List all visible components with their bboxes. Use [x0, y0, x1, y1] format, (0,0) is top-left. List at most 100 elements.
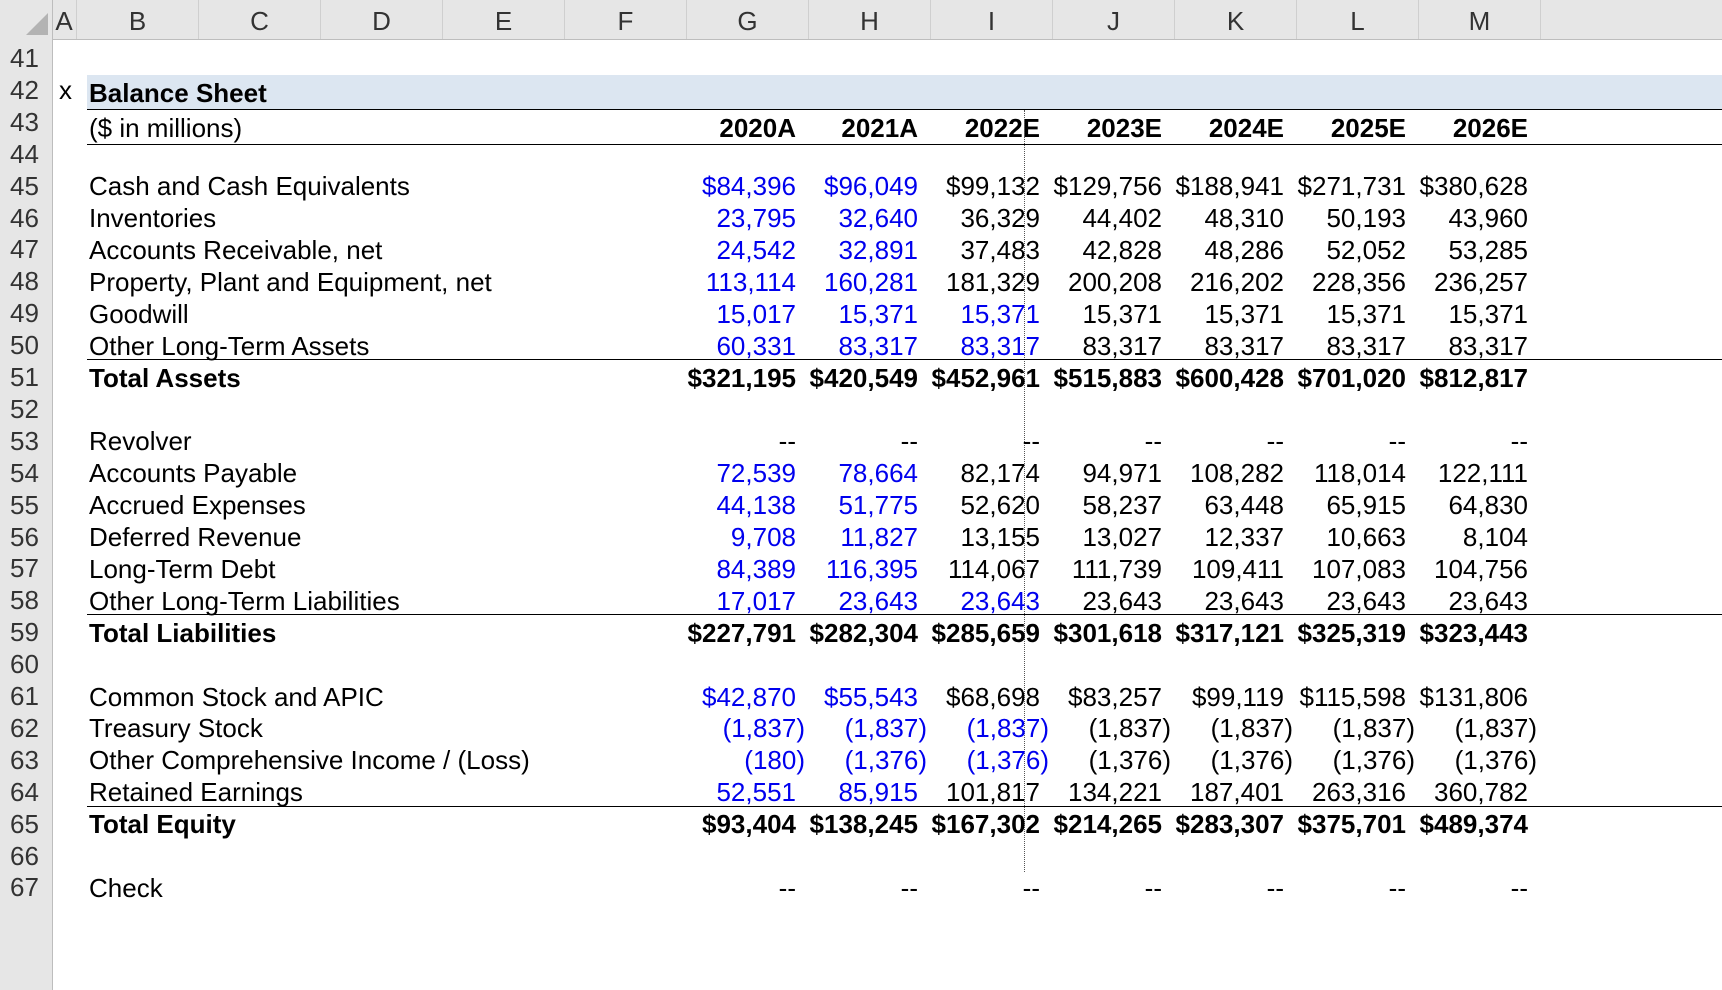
row-header-53[interactable]: 53	[0, 423, 52, 458]
value-cell[interactable]: 52,052	[1288, 232, 1406, 267]
column-header-j[interactable]: J	[1053, 0, 1175, 39]
value-cell[interactable]: 48,310	[1166, 200, 1284, 235]
value-cell[interactable]: $96,049	[800, 168, 918, 203]
value-cell[interactable]: 94,971	[1044, 455, 1162, 490]
value-cell[interactable]: --	[800, 423, 918, 458]
value-cell[interactable]: $701,020	[1288, 360, 1406, 395]
value-cell[interactable]: $99,119	[1166, 679, 1284, 714]
value-cell[interactable]: 84,389	[678, 551, 796, 586]
value-cell[interactable]: (1,376)	[931, 742, 1049, 777]
value-cell[interactable]: 82,174	[922, 455, 1040, 490]
value-cell[interactable]: --	[1288, 423, 1406, 458]
year-header-2024e[interactable]: 2024E	[1164, 110, 1284, 145]
value-cell[interactable]: 65,915	[1288, 487, 1406, 522]
value-cell[interactable]: 13,155	[922, 519, 1040, 554]
row-header-49[interactable]: 49	[0, 295, 52, 330]
column-header-c[interactable]: C	[199, 0, 321, 39]
value-cell[interactable]: 263,316	[1288, 774, 1406, 809]
year-header-2023e[interactable]: 2023E	[1042, 110, 1162, 145]
column-header-g[interactable]: G	[687, 0, 809, 39]
value-cell[interactable]: 52,620	[922, 487, 1040, 522]
value-cell[interactable]: $317,121	[1166, 615, 1284, 650]
value-cell[interactable]: --	[1044, 870, 1162, 905]
value-cell[interactable]: $214,265	[1044, 806, 1162, 841]
value-cell[interactable]: 134,221	[1044, 774, 1162, 809]
worksheet-grid[interactable]: x Balance Sheet ($ in millions) 2020A 202…	[53, 40, 1722, 990]
row-header-44[interactable]: 44	[0, 136, 52, 171]
row-header-45[interactable]: 45	[0, 168, 52, 203]
value-cell[interactable]: 111,739	[1044, 551, 1162, 586]
value-cell[interactable]: 64,830	[1410, 487, 1528, 522]
value-cell[interactable]: (1,837)	[1297, 710, 1415, 745]
row-header-42[interactable]: 42	[0, 72, 52, 107]
line-label[interactable]: Common Stock and APIC	[89, 679, 384, 714]
value-cell[interactable]: $375,701	[1288, 806, 1406, 841]
value-cell[interactable]: --	[922, 870, 1040, 905]
line-label[interactable]: Cash and Cash Equivalents	[89, 168, 410, 203]
select-all-button[interactable]	[0, 0, 53, 39]
value-cell[interactable]: $600,428	[1166, 360, 1284, 395]
line-label[interactable]: Total Liabilities	[89, 615, 276, 650]
value-cell[interactable]: $68,698	[922, 679, 1040, 714]
value-cell[interactable]: $420,549	[800, 360, 918, 395]
value-cell[interactable]: $323,443	[1410, 615, 1528, 650]
line-label[interactable]: Goodwill	[89, 296, 189, 331]
row-header-46[interactable]: 46	[0, 200, 52, 235]
column-header-m[interactable]: M	[1419, 0, 1541, 39]
value-cell[interactable]: 44,138	[678, 487, 796, 522]
value-cell[interactable]: 15,017	[678, 296, 796, 331]
value-cell[interactable]: --	[1410, 423, 1528, 458]
value-cell[interactable]: 160,281	[800, 264, 918, 299]
line-label[interactable]: Inventories	[89, 200, 216, 235]
line-label[interactable]: Deferred Revenue	[89, 519, 301, 554]
row-header-63[interactable]: 63	[0, 742, 52, 777]
value-cell[interactable]: $83,257	[1044, 679, 1162, 714]
value-cell[interactable]: $271,731	[1288, 168, 1406, 203]
column-header-d[interactable]: D	[321, 0, 443, 39]
line-label[interactable]: Accounts Payable	[89, 455, 297, 490]
value-cell[interactable]: 15,371	[1166, 296, 1284, 331]
value-cell[interactable]: 114,067	[922, 551, 1040, 586]
row-header-66[interactable]: 66	[0, 838, 52, 873]
value-cell[interactable]: 58,237	[1044, 487, 1162, 522]
value-cell[interactable]: 78,664	[800, 455, 918, 490]
line-label[interactable]: Accounts Receivable, net	[89, 232, 382, 267]
value-cell[interactable]: 216,202	[1166, 264, 1284, 299]
value-cell[interactable]: 23,643	[1166, 583, 1284, 618]
row-header-61[interactable]: 61	[0, 678, 52, 713]
row-header-50[interactable]: 50	[0, 327, 52, 362]
value-cell[interactable]: 32,891	[800, 232, 918, 267]
value-cell[interactable]: (1,837)	[687, 710, 805, 745]
value-cell[interactable]: 44,402	[1044, 200, 1162, 235]
value-cell[interactable]: (1,376)	[1419, 742, 1537, 777]
value-cell[interactable]: --	[1044, 423, 1162, 458]
value-cell[interactable]: 108,282	[1166, 455, 1284, 490]
value-cell[interactable]: 10,663	[1288, 519, 1406, 554]
year-header-2021a[interactable]: 2021A	[798, 110, 918, 145]
line-label[interactable]: Treasury Stock	[89, 710, 263, 745]
column-header-a[interactable]: A	[52, 0, 77, 39]
value-cell[interactable]: --	[800, 870, 918, 905]
row-header-65[interactable]: 65	[0, 806, 52, 841]
value-cell[interactable]: 200,208	[1044, 264, 1162, 299]
column-header-i[interactable]: I	[931, 0, 1053, 39]
line-label[interactable]: Property, Plant and Equipment, net	[89, 264, 492, 299]
value-cell[interactable]: 48,286	[1166, 232, 1284, 267]
column-header-h[interactable]: H	[809, 0, 931, 39]
row-header-57[interactable]: 57	[0, 550, 52, 585]
value-cell[interactable]: $301,618	[1044, 615, 1162, 650]
value-cell[interactable]: --	[678, 423, 796, 458]
line-label[interactable]: Long-Term Debt	[89, 551, 275, 586]
value-cell[interactable]: (1,376)	[1297, 742, 1415, 777]
value-cell[interactable]: 9,708	[678, 519, 796, 554]
value-cell[interactable]: 122,111	[1410, 455, 1528, 490]
row-header-60[interactable]: 60	[0, 646, 52, 681]
value-cell[interactable]: 23,643	[1044, 583, 1162, 618]
value-cell[interactable]: (1,376)	[809, 742, 927, 777]
value-cell[interactable]: 17,017	[678, 583, 796, 618]
year-header-2022e[interactable]: 2022E	[920, 110, 1040, 145]
value-cell[interactable]: $167,302	[922, 806, 1040, 841]
value-cell[interactable]: 83,317	[922, 328, 1040, 363]
value-cell[interactable]: 37,483	[922, 232, 1040, 267]
row-header-56[interactable]: 56	[0, 519, 52, 554]
